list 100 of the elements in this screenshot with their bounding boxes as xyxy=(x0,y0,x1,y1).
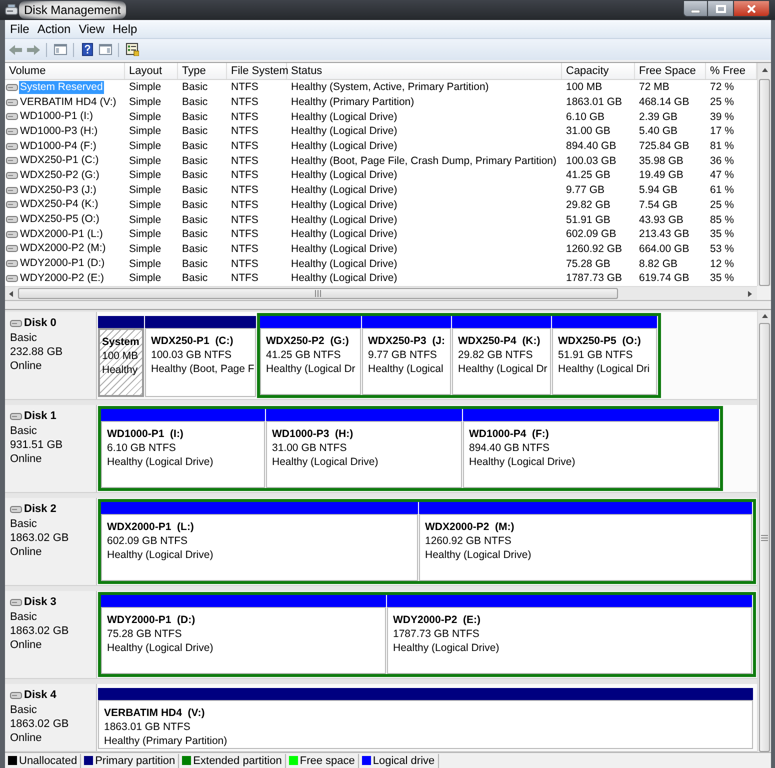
partition-panel[interactable]: WDX250-P1 (C:) 100.03 GB NTFS Healthy (Boot, Page F xyxy=(145,328,256,397)
partition-panel[interactable]: WD1000-P1 (I:) 6.10 GB NTFS Healthy (Logical Drive) xyxy=(101,421,265,488)
scrollbar-thumb[interactable] xyxy=(18,288,618,299)
scrollbar-thumb[interactable] xyxy=(759,323,770,752)
table-cell-text: 75.28 GB xyxy=(565,256,612,271)
table-cell-text: Simple xyxy=(128,154,162,168)
disk-size: 1863.02 GB xyxy=(10,717,69,731)
table-cell-text: 664.00 GB xyxy=(638,242,690,256)
table-cell-text: Simple xyxy=(128,139,162,154)
extended-partition-frame[interactable]: WDX250-P2 (G:) 41.25 GB NTFS Healthy (Logical Dr WDX250-P3 (J: 9.77 GB NTFS Healthy (Logical WDX250-P4 (K:) 29.82 GB NTFS Healthy (Logical Dr WDX250-P5 (O:) 51.91 GB NTFS Healthy (Logical Dri xyxy=(257,313,661,398)
extended-partition-frame[interactable]: WDY2000-P1 (D:) 75.28 GB NTFS Healthy (Logical Drive) WDY2000-P2 (E:) 1787.73 GB NTFS Healthy (Logical Drive) xyxy=(98,592,756,677)
volume-name[interactable]: WDX250-P5 (O:) xyxy=(19,213,100,226)
disk-status: Online xyxy=(10,731,42,745)
table-cell-text: 43.93 GB xyxy=(638,212,684,227)
partition-panel[interactable]: WDY2000-P1 (D:) 75.28 GB NTFS Healthy (Logical Drive) xyxy=(101,607,386,674)
partition-panel[interactable]: WD1000-P4 (F:) 894.40 GB NTFS Healthy (Logical Drive) xyxy=(463,421,719,488)
table-cell-text: Simple xyxy=(128,198,162,212)
column-header[interactable]: File System xyxy=(227,63,287,79)
table-cell-text: Basic xyxy=(181,110,209,124)
column-header[interactable]: Volume xyxy=(5,63,125,79)
partition-status: Healthy (Logical xyxy=(368,362,444,376)
left-arrow-icon xyxy=(8,290,16,298)
column-header[interactable]: Type xyxy=(178,63,227,79)
disk-label-panel[interactable]: Disk 4 Basic 1863.02 GB Online xyxy=(5,684,97,751)
table-cell-text: 29.82 GB xyxy=(565,198,612,212)
partition-panel[interactable]: WDX250-P4 (K:) 29.82 GB NTFS Healthy (Logical Dr xyxy=(452,328,551,395)
partition-panel[interactable]: WD1000-P3 (H:) 31.00 GB NTFS Healthy (Logical Drive) xyxy=(266,421,462,488)
table-cell-text: 1863.01 GB xyxy=(565,95,624,110)
right-arrow-icon xyxy=(746,290,754,298)
partition-panel[interactable]: WDX250-P3 (J: 9.77 GB NTFS Healthy (Logical xyxy=(362,328,451,395)
table-cell-text: Healthy (Logical Drive) xyxy=(290,183,398,198)
help-button[interactable] xyxy=(79,42,95,58)
column-header[interactable]: Capacity xyxy=(562,63,635,79)
menu-item[interactable]: File xyxy=(6,21,34,37)
drive-icon xyxy=(5,4,18,15)
partition-status: Healthy (Logical Drive) xyxy=(469,455,576,469)
horizontal-scrollbar[interactable] xyxy=(5,286,757,300)
volume-name[interactable]: WD1000-P3 (H:) xyxy=(19,124,99,138)
partition-panel[interactable]: WDX2000-P2 (M:) 1260.92 GB NTFS Healthy (Logical Drive) xyxy=(419,514,752,581)
table-cell-text: 7.54 GB xyxy=(638,198,679,212)
table-cell-text: NTFS xyxy=(230,198,260,212)
disk-label-panel[interactable]: Disk 2 Basic 1863.02 GB Online xyxy=(5,498,97,585)
volume-name[interactable]: WDX2000-P1 (L:) xyxy=(19,228,104,241)
table-cell-text: 12 % xyxy=(709,256,735,271)
legend-label: Extended partition xyxy=(193,754,282,768)
menu-item[interactable]: Help xyxy=(108,21,142,37)
table-cell-text: Basic xyxy=(181,154,209,168)
toolbar-button[interactable] xyxy=(124,42,140,58)
table-cell-text: Healthy (Primary Partition) xyxy=(290,95,416,110)
partition-panel[interactable]: WDY2000-P2 (E:) 1787.73 GB NTFS Healthy (Logical Drive) xyxy=(387,607,752,674)
volume-name[interactable]: WDX250-P2 (G:) xyxy=(19,168,100,182)
table-cell-text: 35.98 GB xyxy=(638,154,684,168)
menu-item[interactable]: View xyxy=(74,21,108,37)
menu-item[interactable]: Action xyxy=(33,21,75,37)
partition-panel[interactable]: WDX250-P2 (G:) 41.25 GB NTFS Healthy (Logical Dr xyxy=(260,328,361,395)
disk-name: Disk 1 xyxy=(24,409,56,424)
maximize-button[interactable] xyxy=(708,0,733,17)
vertical-scrollbar[interactable] xyxy=(757,310,771,752)
table-cell-text: Basic xyxy=(181,95,209,110)
partition-panel[interactable]: VERBATIM HD4 (V:) 1863.01 GB NTFS Healthy (Primary Partition) xyxy=(98,700,753,749)
disk-label-panel[interactable]: Disk 0 Basic 232.88 GB Online xyxy=(5,312,97,399)
drive-icon xyxy=(6,113,18,120)
volume-name[interactable]: WDX250-P3 (J:) xyxy=(19,184,98,197)
column-header[interactable]: Status xyxy=(287,63,562,79)
partition-panel[interactable]: WDX250-P5 (O:) 51.91 GB NTFS Healthy (Logical Dri xyxy=(552,328,657,395)
volume-name[interactable]: WDX250-P4 (K:) xyxy=(19,198,100,212)
close-button[interactable] xyxy=(733,0,770,17)
table-cell-text: 36 % xyxy=(709,154,735,168)
volume-name[interactable]: WDX250-P1 (C:) xyxy=(19,154,100,168)
volume-name[interactable]: VERBATIM HD4 (V:) xyxy=(19,96,118,109)
table-cell-text: Basic xyxy=(181,124,209,138)
partition-size: 31.00 GB NTFS xyxy=(272,441,347,455)
disk-size: 931.51 GB xyxy=(10,438,63,452)
partition-name: System xyxy=(102,335,140,349)
drive-icon xyxy=(6,84,18,91)
forward-arrow-icon xyxy=(26,44,40,54)
column-header[interactable]: Free Space xyxy=(635,63,706,79)
extended-partition-frame[interactable]: WDX2000-P1 (L:) 602.09 GB NTFS Healthy (Logical Drive) WDX2000-P2 (M:) 1260.92 GB NTFS Healthy (Logical Drive) xyxy=(98,499,756,584)
column-header[interactable]: Layout xyxy=(125,63,178,79)
extended-partition-frame[interactable]: WD1000-P1 (I:) 6.10 GB NTFS Healthy (Logical Drive) WD1000-P3 (H:) 31.00 GB NTFS Healthy (Logical Drive) WD1000-P4 (F:) 894.40 GB NTFS Healthy (Logical Drive) xyxy=(98,406,723,491)
volume-name[interactable]: WDX2000-P2 (M:) xyxy=(19,242,107,256)
partition-status: Healthy (Logical Dri xyxy=(558,362,650,376)
volume-name[interactable]: WDY2000-P2 (E:) xyxy=(19,272,106,285)
table-cell-text: 61 % xyxy=(709,183,735,198)
disk-label-panel[interactable]: Disk 1 Basic 931.51 GB Online xyxy=(5,405,97,492)
partition-name: WD1000-P3 (H:) xyxy=(272,427,354,441)
volume-name[interactable]: WDY2000-P1 (D:) xyxy=(19,257,106,270)
minimize-button[interactable] xyxy=(683,0,708,17)
partition-size: 602.09 GB NTFS xyxy=(107,534,188,548)
scrollbar-thumb[interactable] xyxy=(759,79,770,286)
partition-panel[interactable]: System 100 MB Healthy xyxy=(98,328,144,397)
partition-size: 51.91 GB NTFS xyxy=(558,348,633,362)
vertical-scrollbar[interactable] xyxy=(757,63,771,286)
disk-label-panel[interactable]: Disk 3 Basic 1863.02 GB Online xyxy=(5,591,97,678)
table-cell-text: 468.14 GB xyxy=(638,95,690,110)
volume-name[interactable]: WD1000-P1 (I:) xyxy=(19,110,94,124)
partition-name: WD1000-P4 (F:) xyxy=(469,427,549,441)
volume-name[interactable]: WD1000-P4 (F:) xyxy=(19,140,98,153)
partition-panel[interactable]: WDX2000-P1 (L:) 602.09 GB NTFS Healthy (Logical Drive) xyxy=(101,514,418,581)
partition-size: 100.03 GB NTFS xyxy=(151,348,232,362)
